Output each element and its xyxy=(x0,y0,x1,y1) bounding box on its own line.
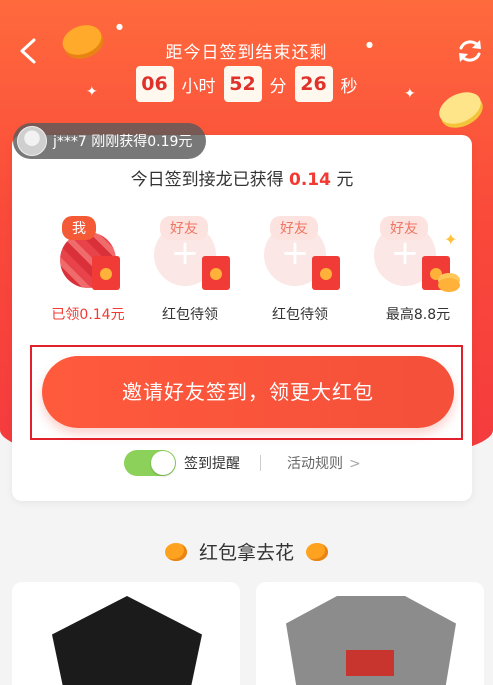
reminder-toggle[interactable] xyxy=(124,450,176,476)
me-tag: 我 xyxy=(62,216,96,240)
product-card[interactable] xyxy=(12,582,240,685)
friend-tag: 好友 xyxy=(380,216,428,240)
section-title-text: 红包拿去花 xyxy=(198,542,294,564)
seconds-value: 26 xyxy=(294,66,333,102)
red-envelope-icon xyxy=(92,256,120,290)
hours-unit: 小时 xyxy=(181,76,216,97)
minutes-value: 52 xyxy=(223,66,262,102)
minutes-unit: 分 xyxy=(269,76,287,97)
product-image xyxy=(52,596,202,685)
coin-icon xyxy=(306,543,328,561)
activity-ticker: j***7 刚刚获得0.19元 xyxy=(13,123,207,159)
avatar xyxy=(17,126,47,156)
red-envelope-icon xyxy=(202,256,230,290)
coin-icon xyxy=(438,278,460,292)
reminder-label: 签到提醒 xyxy=(184,456,240,472)
friend-slot-me[interactable]: 我 已领0.14元 xyxy=(30,212,130,323)
friend-slot-1[interactable]: + 好友 红包待领 xyxy=(140,212,240,323)
chevron-right-icon: > xyxy=(349,456,361,472)
friend-slot-3[interactable]: + 好友 ✦ 最高8.8元 xyxy=(360,212,460,323)
friend-tag: 好友 xyxy=(270,216,318,240)
earned-suffix: 元 xyxy=(330,170,354,190)
toggle-knob xyxy=(151,451,175,475)
ticker-text: j***7 刚刚获得0.19元 xyxy=(53,134,193,150)
friend-label: 最高8.8元 xyxy=(385,307,451,323)
rules-link[interactable]: 活动规则 > xyxy=(287,453,361,473)
product-image-detail xyxy=(346,650,394,676)
divider xyxy=(260,455,261,471)
sparkle-icon: ● xyxy=(116,22,123,31)
sparkle-icon: ✦ xyxy=(444,230,458,249)
coin-icon xyxy=(164,543,187,561)
hours-value: 06 xyxy=(135,66,174,102)
rules-label: 活动规则 xyxy=(287,456,343,472)
invite-friends-button[interactable]: 邀请好友签到，领更大红包 xyxy=(42,356,454,428)
earned-amount: 0.14 xyxy=(289,170,331,190)
earned-prefix: 今日签到接龙已获得 xyxy=(130,170,290,190)
product-card[interactable] xyxy=(256,582,484,685)
friend-label: 已领0.14元 xyxy=(51,307,125,323)
countdown-title: 距今日签到结束还剩 xyxy=(165,43,328,63)
friend-slot-2[interactable]: + 好友 红包待领 xyxy=(250,212,350,323)
countdown-timer: 06 小时 52 分 26 秒 xyxy=(0,66,493,102)
friend-tag: 好友 xyxy=(160,216,208,240)
section-title: 红包拿去花 xyxy=(0,538,493,565)
friend-label: 红包待领 xyxy=(272,307,328,323)
reminder-row: 签到提醒 活动规则 > xyxy=(124,450,361,476)
seconds-unit: 秒 xyxy=(340,76,358,97)
red-envelope-icon xyxy=(312,256,340,290)
earned-summary: 今日签到接龙已获得 0.14 元 xyxy=(12,165,472,190)
friend-label: 红包待领 xyxy=(162,307,218,323)
